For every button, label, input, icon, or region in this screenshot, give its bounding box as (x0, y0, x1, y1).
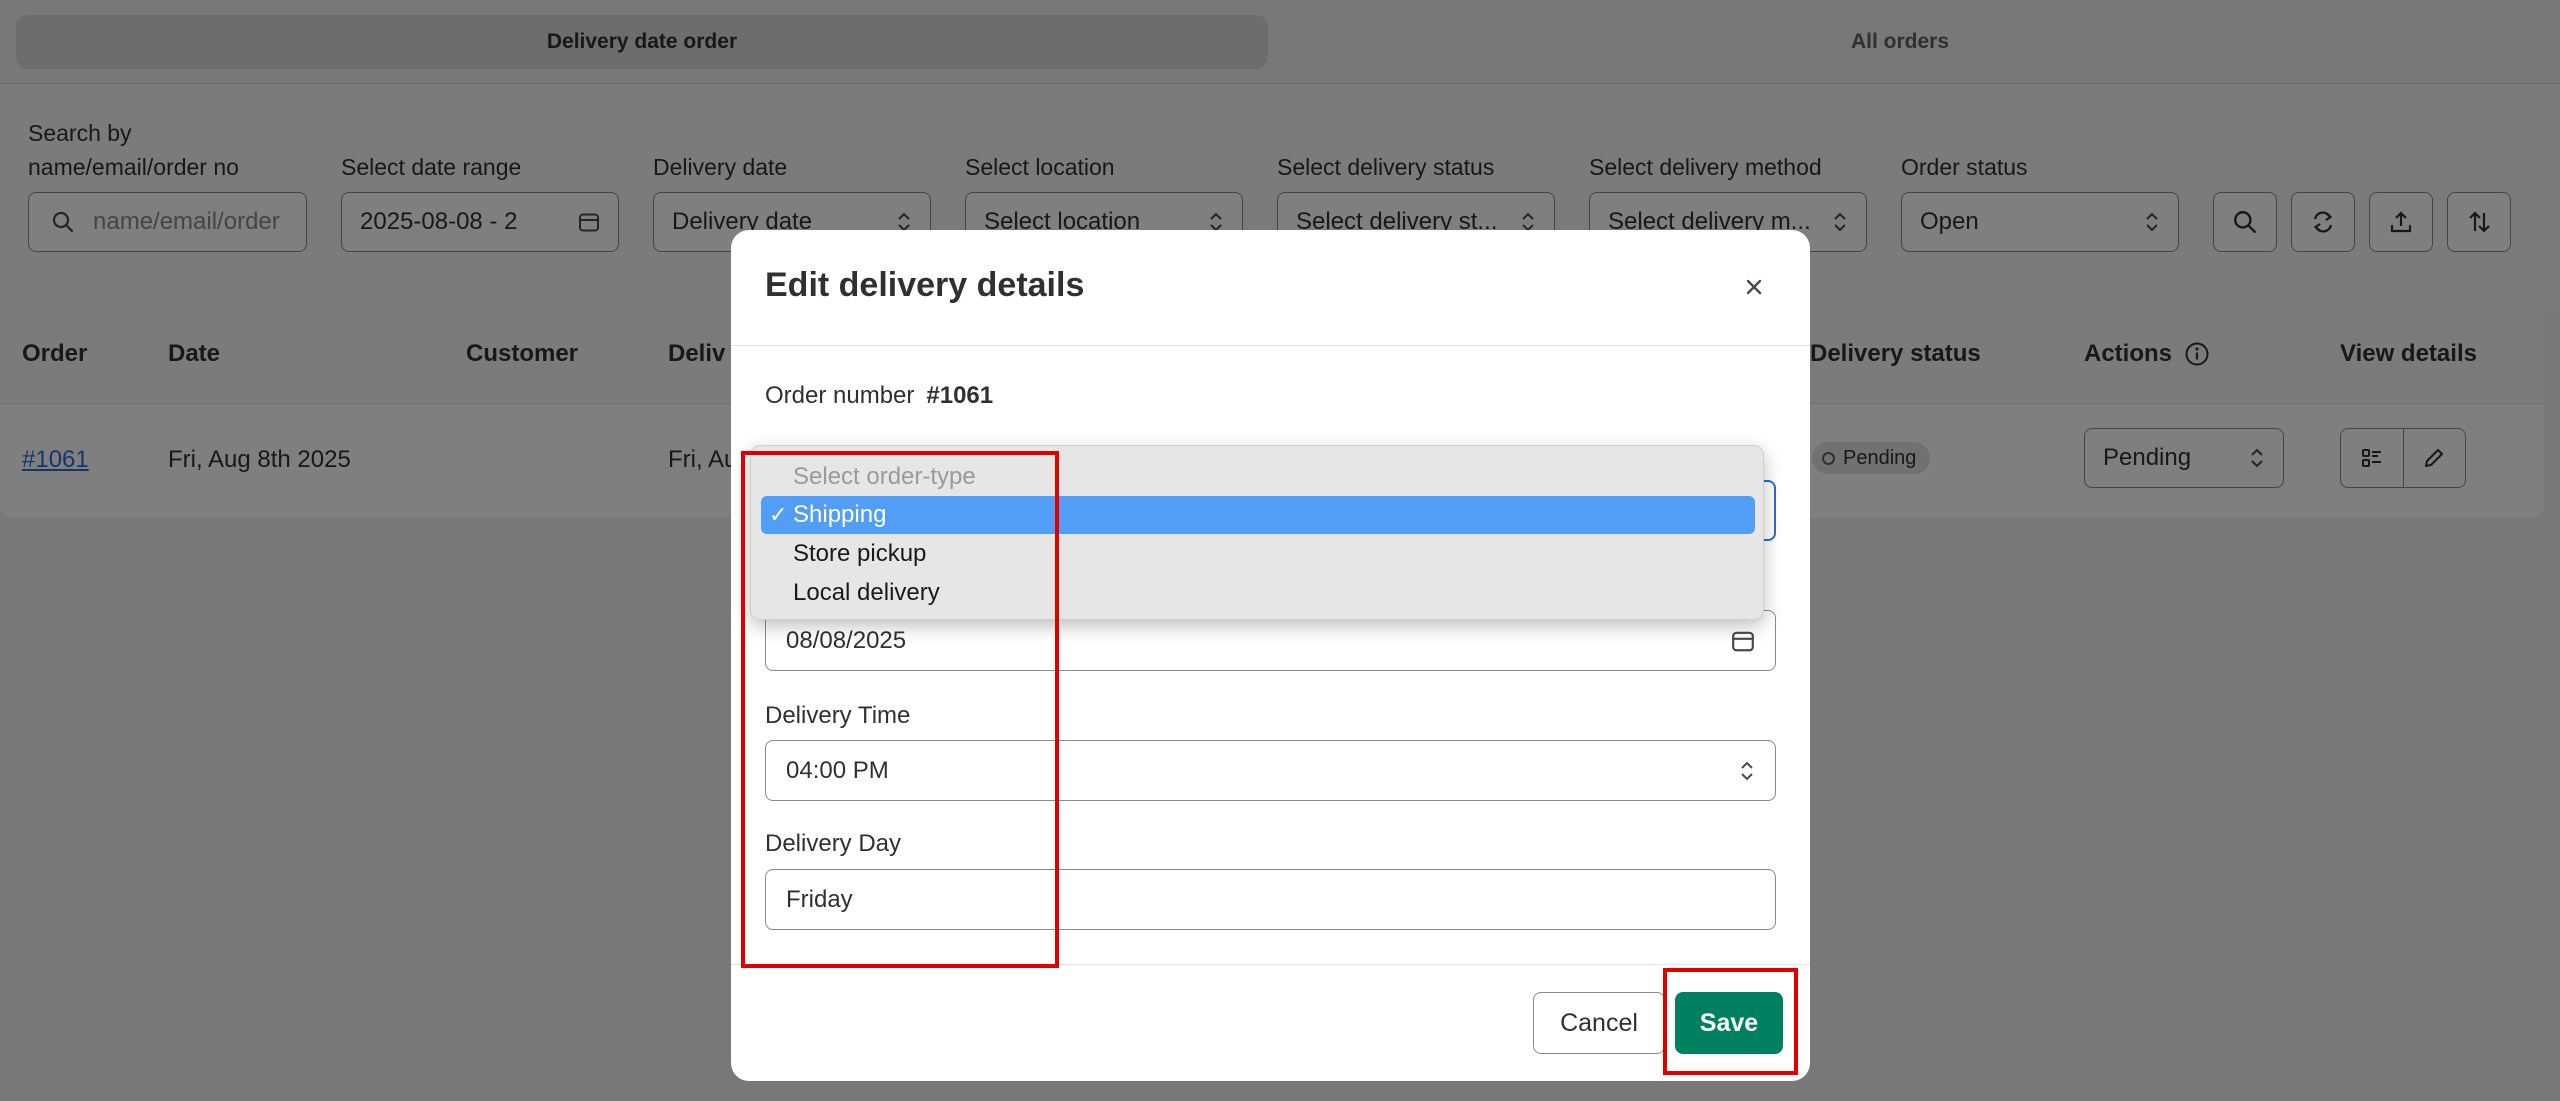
calendar-icon[interactable] (1731, 629, 1755, 653)
close-icon (1745, 278, 1763, 296)
modal-header: Edit delivery details (731, 230, 1810, 346)
close-button[interactable] (1739, 272, 1769, 302)
annotation-box-save (1663, 968, 1798, 1075)
annotation-box-dropdown (741, 451, 1059, 968)
order-number-value: #1061 (926, 382, 994, 409)
order-number-label: Order number (765, 382, 915, 409)
modal-title: Edit delivery details (765, 266, 1085, 304)
cancel-button[interactable]: Cancel (1533, 992, 1665, 1054)
order-number-line: Order number #1061 (765, 382, 993, 410)
chevron-updown-icon (1739, 759, 1755, 783)
